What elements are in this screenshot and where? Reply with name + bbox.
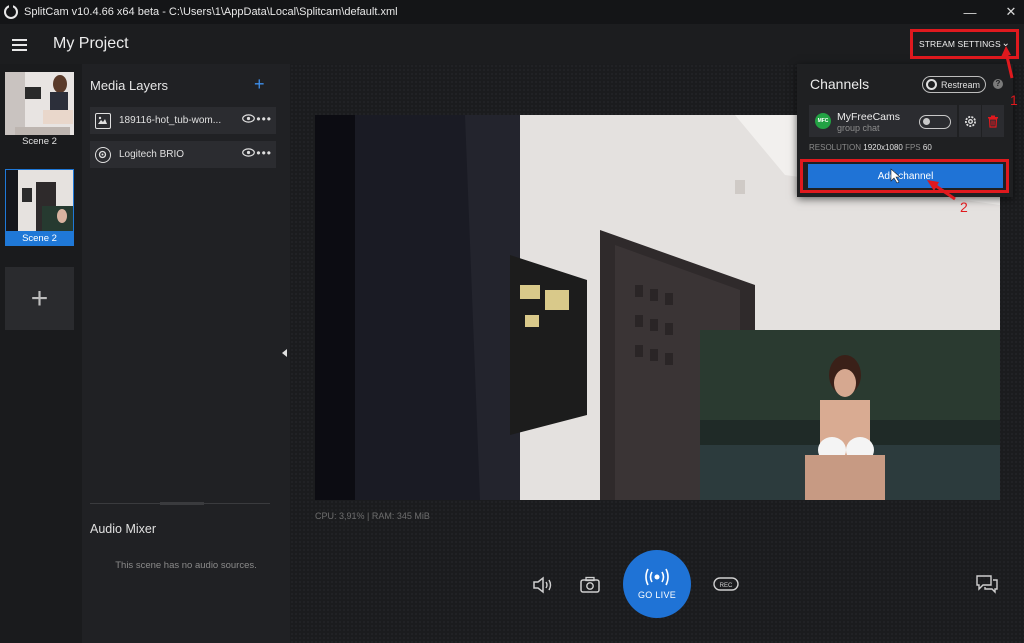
annotation-step-1: 1 (1010, 92, 1018, 108)
mouse-cursor-icon (890, 168, 901, 184)
annotation-step-2: 2 (960, 199, 968, 215)
tutorial-annotations (890, 46, 1014, 201)
